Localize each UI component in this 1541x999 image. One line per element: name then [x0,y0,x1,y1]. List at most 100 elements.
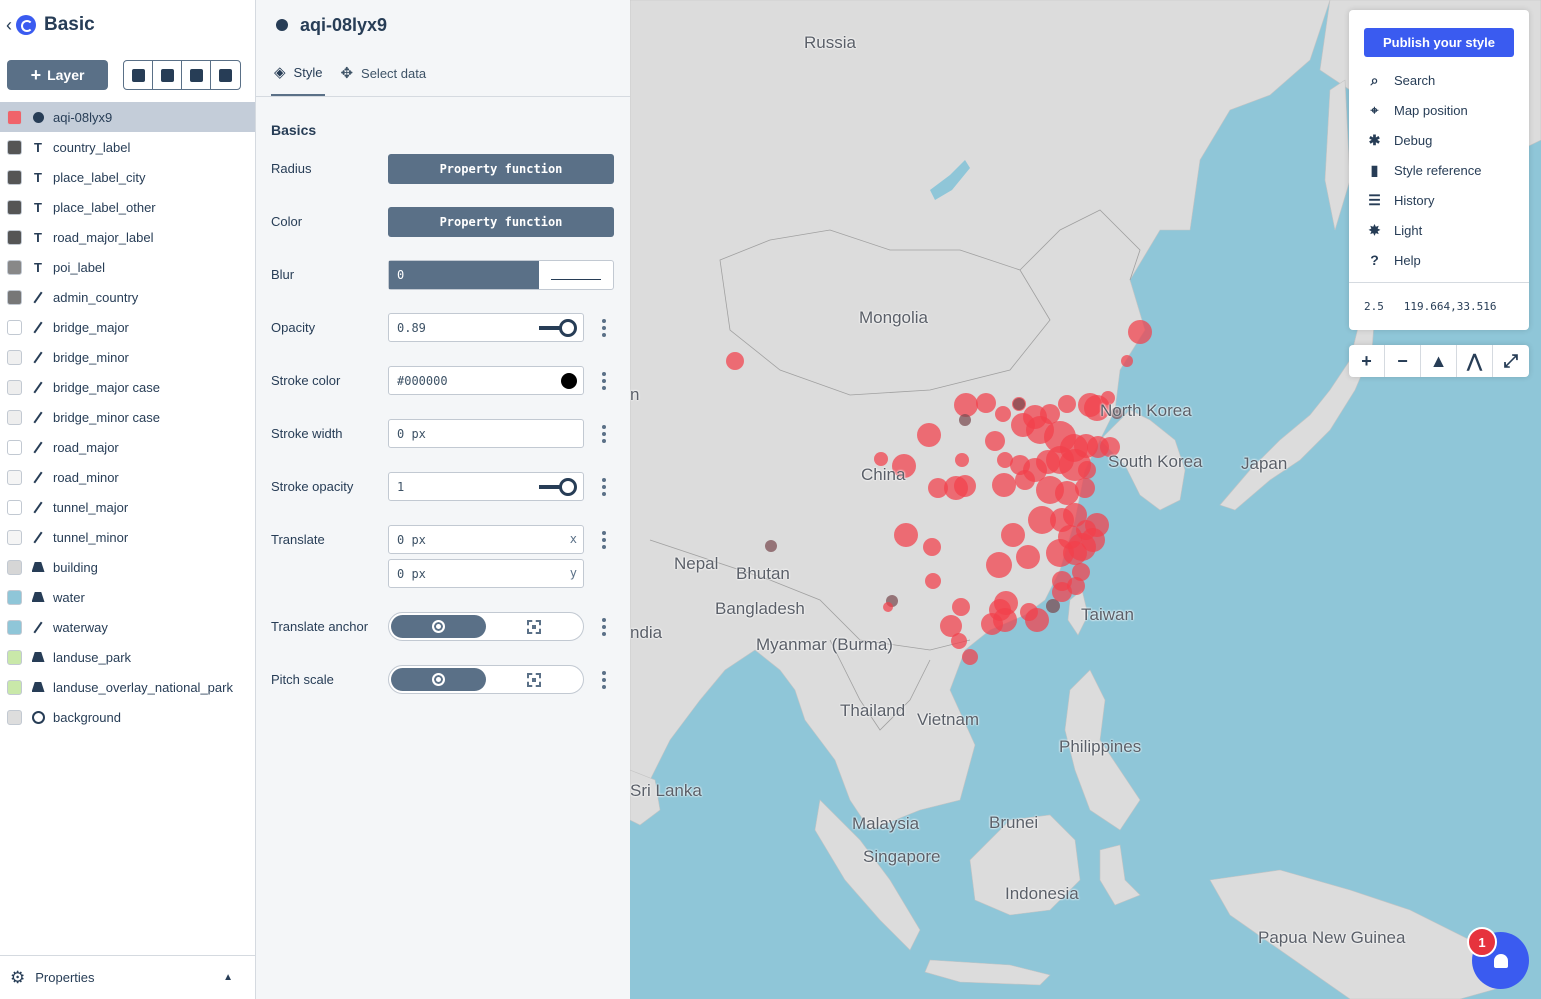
translate-x-input[interactable]: 0 px x [388,525,584,554]
aqi-point [1055,481,1079,505]
layer-color-swatch [7,289,22,305]
layer-row[interactable]: road_major [0,432,255,462]
more-options-icon[interactable] [602,618,606,636]
color-property-function-button[interactable]: Property function [388,207,614,237]
layer-row[interactable]: tunnel_major [0,492,255,522]
hide-layer-button[interactable] [182,61,211,89]
blur-curve-icon[interactable] [539,261,613,289]
layer-row[interactable]: bridge_major case [0,372,255,402]
line-layer-icon [31,471,45,484]
menu-help[interactable]: ? Help [1366,245,1516,275]
layer-row[interactable]: bridge_minor case [0,402,255,432]
plus-icon: + [30,64,42,85]
layer-row[interactable]: water [0,582,255,612]
zoom-in-button[interactable]: + [1349,345,1385,377]
aqi-point [995,406,1011,422]
opacity-input[interactable]: 0.89 [388,313,584,342]
map-label-russia: Russia [804,33,856,52]
layer-row[interactable]: Tcountry_label [0,132,255,162]
inspect-icon: ▲ [1429,350,1448,371]
layer-color-swatch [7,619,22,635]
fullscreen-button[interactable]: ⤢ [1493,345,1529,377]
anchor-viewport-option[interactable] [486,615,581,638]
folder-icon [160,68,174,82]
map-label-brunei: Brunei [989,813,1039,832]
menu-history[interactable]: ☰ History [1366,185,1516,215]
menu-debug[interactable]: ✱ Debug [1366,125,1516,155]
aqi-point [917,423,941,447]
layer-row[interactable]: road_minor [0,462,255,492]
stroke-width-input[interactable]: 0 px [388,419,584,448]
layer-row[interactable]: waterway [0,612,255,642]
layer-row[interactable]: bridge_minor [0,342,255,372]
layer-color-swatch [7,469,22,485]
translate-y-input[interactable]: 0 px y [388,559,584,588]
tab-style[interactable]: ◈ Style [271,50,326,96]
group-layer-button[interactable] [153,61,182,89]
text-layer-icon: T [34,229,42,245]
properties-footer[interactable]: ⚙ Properties ▲ [0,955,255,999]
layer-name: road_major_label [53,229,154,245]
tab-select-data[interactable]: ✥ Select data [337,50,429,96]
layer-list: aqi-08lyx9 Tcountry_label Tplace_label_cit… [0,102,255,732]
layer-row[interactable]: background [0,702,255,732]
duplicate-layer-button[interactable] [124,61,153,89]
layer-name: tunnel_minor [53,529,129,545]
select-data-icon: ✥ [340,65,354,82]
menu-history-label: History [1394,192,1435,208]
layer-color-swatch [7,559,22,575]
layer-row[interactable]: landuse_overlay_national_park [0,672,255,702]
menu-light[interactable]: ✸ Light [1366,215,1516,245]
chevron-left-icon[interactable]: ‹ [6,15,12,36]
delete-layer-button[interactable] [211,61,240,89]
paint-bucket-icon: ◈ [274,64,286,81]
map-label-china: China [861,465,906,484]
stroke-color-input[interactable]: #000000 [388,366,584,395]
viewport-icon [526,619,541,634]
menu-style-reference[interactable]: ▮ Style reference [1366,155,1516,185]
layer-color-swatch [7,589,22,605]
fill-layer-icon [31,652,45,662]
layer-row[interactable]: Tplace_label_city [0,162,255,192]
pitch-viewport-option[interactable] [486,668,581,691]
layer-row[interactable]: bridge_major [0,312,255,342]
zoom-out-button[interactable]: − [1385,345,1421,377]
layer-row[interactable]: building [0,552,255,582]
translate-label: Translate [271,532,325,547]
inspect-button[interactable]: ▲ [1421,345,1457,377]
layer-row[interactable]: Troad_major_label [0,222,255,252]
blur-input[interactable]: 0 [388,260,614,290]
more-options-icon[interactable] [602,425,606,443]
publish-style-button[interactable]: Publish your style [1364,28,1514,57]
layer-color-swatch [7,649,22,665]
layer-row[interactable]: aqi-08lyx9 [0,102,255,132]
pitch-map-option[interactable] [391,668,486,691]
trash-icon [219,68,232,82]
circle-layer-icon [276,19,288,31]
opacity-slider[interactable] [539,319,577,337]
stroke-opacity-input[interactable]: 1 [388,472,584,501]
layer-row[interactable]: landuse_park [0,642,255,672]
layer-row[interactable]: tunnel_minor [0,522,255,552]
layer-row[interactable]: Tplace_label_other [0,192,255,222]
more-options-icon[interactable] [602,478,606,496]
layer-row[interactable]: admin_country [0,282,255,312]
more-options-icon[interactable] [602,319,606,337]
layer-row[interactable]: Tpoi_label [0,252,255,282]
add-layer-button[interactable]: + Layer [7,60,108,90]
compass-button[interactable]: ⋀ [1457,345,1493,377]
layer-tool-group [123,60,241,90]
color-swatch[interactable] [561,373,577,389]
anchor-map-option[interactable] [391,615,486,638]
menu-search[interactable]: ⌕ Search [1366,65,1516,95]
menu-map-position[interactable]: ⌖ Map position [1366,95,1516,125]
opacity-value: 0.89 [397,320,426,335]
radius-property-function-button[interactable]: Property function [388,154,614,184]
stroke-opacity-row: Stroke opacity 1 [256,472,630,525]
stroke-opacity-slider[interactable] [539,478,577,496]
color-label: Color [271,214,303,229]
map-label-papua-new-guinea: Papua New Guinea [1258,928,1406,947]
more-options-icon[interactable] [602,531,606,549]
more-options-icon[interactable] [602,372,606,390]
more-options-icon[interactable] [602,671,606,689]
